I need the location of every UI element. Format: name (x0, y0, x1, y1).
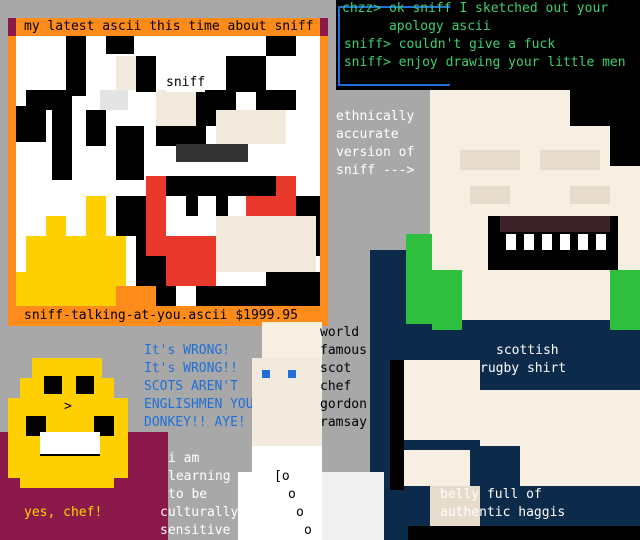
terminal-line-2: apology ascii (342, 19, 491, 34)
belly-label-line-2: authentic haggis (440, 505, 566, 520)
coat-button-4: o (304, 523, 312, 538)
rant-line-2: It's WRONG!! (144, 361, 238, 376)
shirt-label-line-1: scottish (496, 343, 559, 358)
art-canvas: sniff (16, 36, 320, 306)
terminal-line-3: sniff> couldn't give a fuck (336, 37, 556, 52)
ramsay-caption-line-5: gordon (320, 397, 367, 412)
rant-line-3: SCOTS AREN'T (144, 379, 238, 394)
chef-smiley-icon (0, 358, 140, 498)
belly-label-line-1: belly full of (440, 487, 542, 502)
art-panel-title: my latest ascii this time about sniff (24, 19, 314, 34)
art-panel: my latest ascii this time about sniff sn… (8, 18, 328, 326)
learning-line-4: culturally (160, 505, 239, 520)
chef-caption: yes, chef! (24, 505, 103, 520)
art-panel-maroon-edge-right (320, 18, 328, 36)
terminal-line-1: chzz> ok sniff I sketched out your (342, 1, 609, 16)
coat-button-2: o (288, 487, 296, 502)
ramsay-caption-line-4: chef (320, 379, 352, 394)
art-panel-maroon-edge-left (8, 18, 16, 36)
learning-line-5: sensitive (160, 523, 231, 538)
coat-button-3: o (296, 505, 304, 520)
terminal-window: chzz> ok sniff I sketched out your apolo… (336, 0, 640, 90)
chef-face-glyph: > (64, 399, 72, 414)
learning-line-1: i am (168, 451, 200, 466)
ramsay-caption-line-2: famous (320, 343, 367, 358)
shirt-label-line-2: rugby shirt (480, 361, 567, 376)
learning-line-3: to be (168, 487, 208, 502)
coat-button-1: [o (274, 469, 290, 484)
art-label: sniff (166, 74, 206, 92)
scottish-sniff-ascii-icon (370, 90, 640, 540)
terminal-line-4: sniff> enjoy drawing your little men (336, 55, 626, 70)
ramsay-caption-line-1: world (320, 325, 360, 340)
ramsay-caption-line-3: scot (320, 361, 352, 376)
learning-line-2: learning (168, 469, 231, 484)
rant-line-1: It's WRONG! (144, 343, 231, 358)
ramsay-caption-line-6: ramsay (320, 415, 367, 430)
